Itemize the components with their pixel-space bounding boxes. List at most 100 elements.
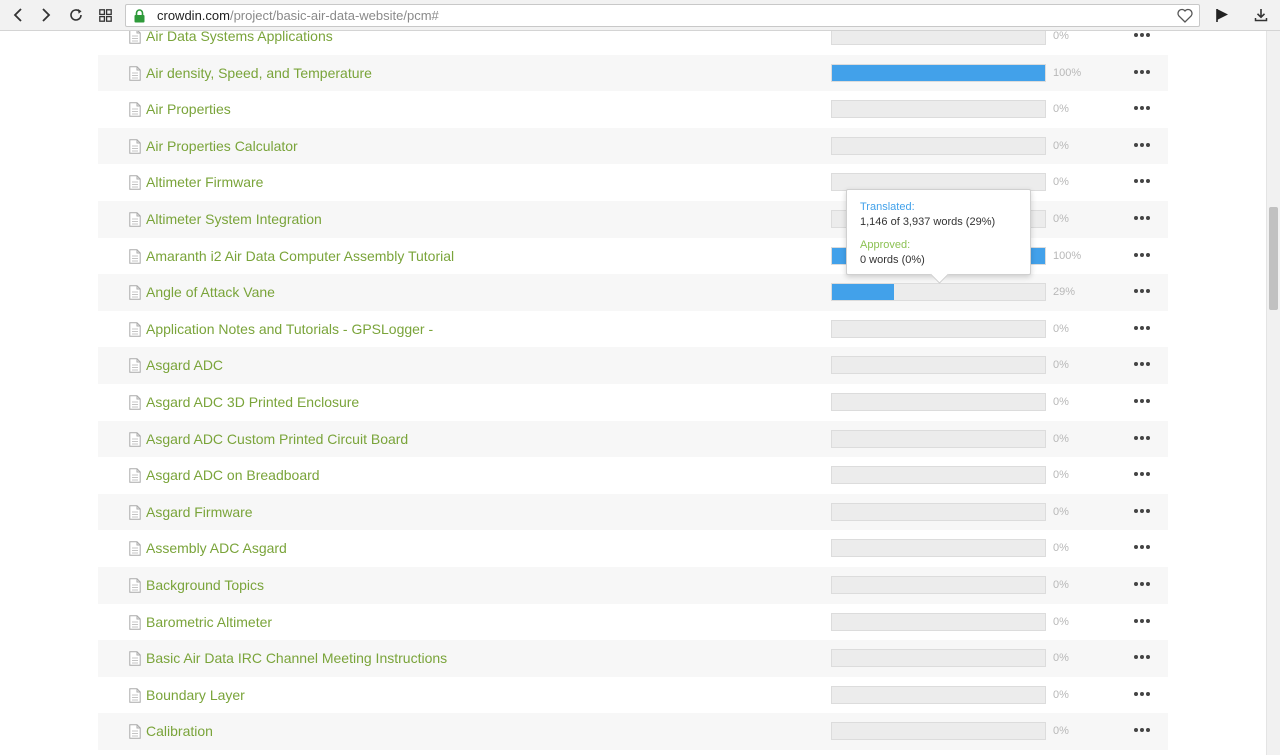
progress-bar[interactable] xyxy=(831,63,1046,82)
progress-bar[interactable] xyxy=(831,283,1046,302)
more-icon[interactable] xyxy=(1131,465,1153,483)
progress-percent: 0% xyxy=(1053,725,1069,738)
more-icon[interactable] xyxy=(1131,538,1153,556)
lock-icon xyxy=(134,9,145,23)
file-name-link[interactable]: Asgard ADC 3D Printed Enclosure xyxy=(146,394,359,411)
file-row[interactable]: Air Properties Calculator 0% xyxy=(98,127,1168,165)
progress-percent: 0% xyxy=(1053,469,1069,482)
progress-bar[interactable] xyxy=(831,429,1046,448)
file-name-link[interactable]: Assembly ADC Asgard xyxy=(146,540,287,557)
more-icon[interactable] xyxy=(1131,685,1153,703)
more-icon[interactable] xyxy=(1131,63,1153,81)
more-icon[interactable] xyxy=(1131,282,1153,300)
document-icon xyxy=(129,65,141,86)
file-row[interactable]: Asgard ADC 3D Printed Enclosure 0% xyxy=(98,384,1168,421)
chevron-right-icon[interactable] xyxy=(34,4,58,26)
document-icon xyxy=(129,175,141,195)
document-icon xyxy=(129,212,141,232)
more-icon[interactable] xyxy=(1131,429,1153,447)
file-row[interactable]: Angle of Attack Vane 29% xyxy=(98,274,1168,311)
file-row[interactable]: Background Topics 0% xyxy=(98,566,1168,604)
document-icon xyxy=(129,102,141,122)
file-name-link[interactable]: Angle of Attack Vane xyxy=(146,284,275,301)
chevron-left-icon[interactable] xyxy=(6,4,30,26)
more-icon[interactable] xyxy=(1131,648,1153,666)
scrollbar-thumb[interactable] xyxy=(1269,207,1278,310)
reload-icon[interactable] xyxy=(64,4,88,26)
file-row[interactable]: Asgard Firmware 0% xyxy=(98,493,1168,531)
more-icon[interactable] xyxy=(1131,721,1153,739)
file-row[interactable]: Barometric Altimeter 0% xyxy=(98,604,1168,641)
progress-bar[interactable] xyxy=(831,392,1046,411)
more-icon[interactable] xyxy=(1131,31,1153,44)
file-name-link[interactable]: Altimeter System Integration xyxy=(146,211,322,228)
file-name-link[interactable]: Basic Air Data IRC Channel Meeting Instr… xyxy=(146,650,447,667)
file-row[interactable]: Asgard ADC Custom Printed Circuit Board 0… xyxy=(98,420,1168,458)
file-name-link[interactable]: Amaranth i2 Air Data Computer Assembly T… xyxy=(146,248,454,265)
document-icon xyxy=(129,31,141,49)
progress-bar[interactable] xyxy=(831,319,1046,338)
progress-percent: 0% xyxy=(1053,688,1069,701)
progress-bar[interactable] xyxy=(831,356,1046,375)
document-icon xyxy=(129,358,141,378)
progress-bar[interactable] xyxy=(831,649,1046,668)
address-bar[interactable]: crowdin.com/project/basic-air-data-websi… xyxy=(125,4,1200,27)
progress-bar[interactable] xyxy=(831,722,1046,741)
file-row[interactable]: Air density, Speed, and Temperature 100% xyxy=(98,54,1168,92)
file-name-link[interactable]: Air Data Systems Applications xyxy=(146,31,333,45)
file-name-link[interactable]: Asgard ADC on Breadboard xyxy=(146,467,320,484)
more-icon[interactable] xyxy=(1131,575,1153,593)
more-icon[interactable] xyxy=(1131,172,1153,190)
progress-bar[interactable] xyxy=(831,100,1046,119)
flag-icon[interactable] xyxy=(1210,4,1234,26)
progress-percent: 0% xyxy=(1053,432,1069,445)
more-icon[interactable] xyxy=(1131,612,1153,630)
heart-icon[interactable] xyxy=(1177,8,1193,23)
grid-icon[interactable] xyxy=(93,4,117,26)
file-name-link[interactable]: Calibration xyxy=(146,723,213,740)
more-icon[interactable] xyxy=(1131,392,1153,410)
more-icon[interactable] xyxy=(1131,246,1153,264)
file-name-link[interactable]: Asgard ADC xyxy=(146,357,223,374)
progress-bar[interactable] xyxy=(831,466,1046,485)
file-name-link[interactable]: Air Properties xyxy=(146,101,231,118)
more-icon[interactable] xyxy=(1131,319,1153,337)
file-row[interactable]: Boundary Layer 0% xyxy=(98,677,1168,714)
file-row[interactable]: Assembly ADC Asgard 0% xyxy=(98,530,1168,567)
more-icon[interactable] xyxy=(1131,209,1153,227)
document-icon xyxy=(129,651,141,671)
file-row[interactable]: Air Properties 0% xyxy=(98,91,1168,128)
progress-bar[interactable] xyxy=(831,136,1046,155)
document-icon xyxy=(129,322,141,342)
file-row[interactable]: Asgard ADC 0% xyxy=(98,347,1168,384)
file-row[interactable]: Calibration 0% xyxy=(98,713,1168,750)
file-row[interactable]: Air Data Systems Applications 0% xyxy=(98,31,1168,55)
progress-bar[interactable] xyxy=(831,539,1046,558)
file-name-link[interactable]: Boundary Layer xyxy=(146,687,245,704)
download-icon[interactable] xyxy=(1249,4,1273,26)
progress-bar[interactable] xyxy=(831,612,1046,631)
progress-bar[interactable] xyxy=(831,575,1046,594)
file-row[interactable]: Basic Air Data IRC Channel Meeting Instr… xyxy=(98,640,1168,677)
scrollbar[interactable] xyxy=(1266,31,1280,755)
file-name-link[interactable]: Barometric Altimeter xyxy=(146,614,272,631)
more-icon[interactable] xyxy=(1131,502,1153,520)
url-host: crowdin.com xyxy=(157,8,230,23)
more-icon[interactable] xyxy=(1131,355,1153,373)
progress-bar[interactable] xyxy=(831,502,1046,521)
progress-bar[interactable] xyxy=(831,31,1046,45)
file-name-link[interactable]: Air density, Speed, and Temperature xyxy=(146,65,372,82)
file-name-link[interactable]: Application Notes and Tutorials - GPSLog… xyxy=(146,321,433,338)
file-name-link[interactable]: Asgard ADC Custom Printed Circuit Board xyxy=(146,431,408,448)
file-name-link[interactable]: Asgard Firmware xyxy=(146,504,253,521)
file-row[interactable]: Application Notes and Tutorials - GPSLog… xyxy=(98,311,1168,348)
more-icon[interactable] xyxy=(1131,136,1153,154)
url-path: /project/basic-air-data-website/pcm# xyxy=(229,8,439,23)
progress-bar[interactable] xyxy=(831,685,1046,704)
document-icon xyxy=(129,578,141,598)
file-name-link[interactable]: Altimeter Firmware xyxy=(146,174,263,191)
more-icon[interactable] xyxy=(1131,99,1153,117)
file-row[interactable]: Asgard ADC on Breadboard 0% xyxy=(98,457,1168,494)
file-name-link[interactable]: Air Properties Calculator xyxy=(146,138,298,155)
file-name-link[interactable]: Background Topics xyxy=(146,577,264,594)
